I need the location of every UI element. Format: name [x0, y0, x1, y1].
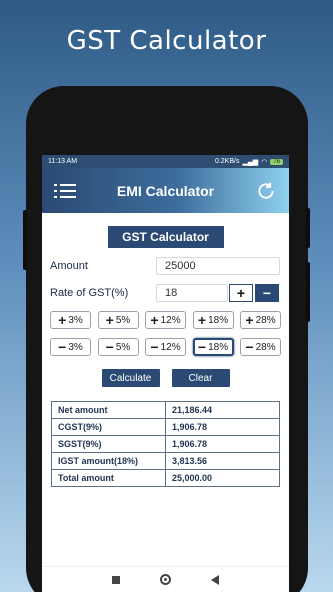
result-value: 1,906.78: [165, 418, 280, 436]
result-value: 3,813.56: [165, 452, 280, 470]
phone-screen: 11:13 AM 0.2KB/s ▂▄▆ ◠ 76 EMI Calculator…: [42, 155, 289, 592]
plus-icon: +: [58, 312, 67, 328]
phone-side-button: [23, 210, 27, 270]
result-value: 25,000.00: [165, 469, 280, 487]
refresh-icon[interactable]: [255, 180, 277, 202]
menu-icon[interactable]: [54, 183, 76, 198]
result-value: 1,906.78: [165, 435, 280, 453]
remove-gst-chip[interactable]: −12%: [145, 338, 186, 356]
result-label: Net amount: [51, 401, 166, 419]
minus-icon: −: [58, 339, 67, 355]
result-label: SGST(9%): [51, 435, 166, 453]
table-row: CGST(9%) 1,906.78: [51, 418, 280, 436]
rate-plus-button[interactable]: +: [229, 284, 253, 302]
battery-icon: 76: [270, 158, 283, 165]
remove-gst-chip[interactable]: −28%: [240, 338, 281, 356]
remove-gst-chips: −3% −5% −12% −18% −28%: [50, 338, 281, 356]
minus-icon: −: [245, 339, 254, 355]
add-gst-chips: +3% +5% +12% +18% +28%: [50, 311, 281, 329]
section-title: GST Calculator: [107, 226, 224, 248]
signal-icon: ▂▄▆: [242, 158, 259, 166]
calculate-button[interactable]: Calculate: [101, 369, 160, 387]
status-bar: 11:13 AM 0.2KB/s ▂▄▆ ◠ 76: [42, 155, 289, 168]
result-label: CGST(9%): [51, 418, 166, 436]
status-time: 11:13 AM: [48, 158, 78, 165]
phone-side-button: [306, 262, 310, 322]
phone-side-button: [306, 208, 310, 248]
result-label: IGST amount(18%): [51, 452, 166, 470]
calculator-content: GST Calculator Amount 25000 Rate of GST(…: [42, 226, 289, 487]
table-row: Net amount 21,186.44: [51, 401, 280, 419]
remove-gst-chip[interactable]: −3%: [50, 338, 91, 356]
plus-icon: +: [245, 312, 254, 328]
add-gst-chip[interactable]: +5%: [97, 311, 139, 329]
minus-icon: −: [150, 339, 159, 355]
back-icon[interactable]: [211, 574, 219, 585]
system-nav-bar: [42, 566, 289, 592]
rate-label: Rate of GST(%): [50, 287, 129, 299]
amount-row: Amount 25000: [50, 257, 281, 275]
minus-icon: −: [197, 339, 207, 355]
plus-icon: +: [150, 312, 159, 328]
recent-apps-icon[interactable]: [112, 575, 120, 584]
amount-label: Amount: [50, 260, 88, 272]
table-row: SGST(9%) 1,906.78: [51, 435, 280, 453]
app-title: EMI Calculator: [116, 182, 215, 199]
network-speed: 0.2KB/s: [214, 158, 240, 165]
result-value: 21,186.44: [165, 401, 280, 419]
add-gst-chip[interactable]: +18%: [192, 311, 234, 329]
app-bar: EMI Calculator: [42, 168, 289, 213]
remove-gst-chip-selected[interactable]: −18%: [192, 338, 234, 356]
remove-gst-chip[interactable]: −5%: [97, 338, 139, 356]
add-gst-chip[interactable]: +3%: [50, 311, 91, 329]
rate-input[interactable]: 18: [156, 284, 228, 302]
table-row: Total amount 25,000.00: [51, 469, 280, 487]
results-table: Net amount 21,186.44 CGST(9%) 1,906.78 S…: [51, 401, 280, 487]
amount-input[interactable]: 25000: [156, 257, 280, 275]
promo-title: GST Calculator: [66, 26, 267, 56]
minus-icon: −: [105, 339, 114, 355]
wifi-icon: ◠: [261, 158, 268, 166]
home-icon[interactable]: [160, 574, 171, 585]
add-gst-chip[interactable]: +28%: [240, 311, 281, 329]
action-buttons: Calculate Clear: [50, 369, 281, 387]
plus-icon: +: [197, 312, 207, 328]
rate-minus-button[interactable]: −: [255, 284, 279, 302]
rate-row: Rate of GST(%) 18 + −: [50, 284, 281, 302]
result-label: Total amount: [51, 469, 166, 487]
plus-icon: +: [105, 312, 114, 328]
table-row: IGST amount(18%) 3,813.56: [51, 452, 280, 470]
add-gst-chip[interactable]: +12%: [145, 311, 186, 329]
clear-button[interactable]: Clear: [171, 369, 230, 387]
